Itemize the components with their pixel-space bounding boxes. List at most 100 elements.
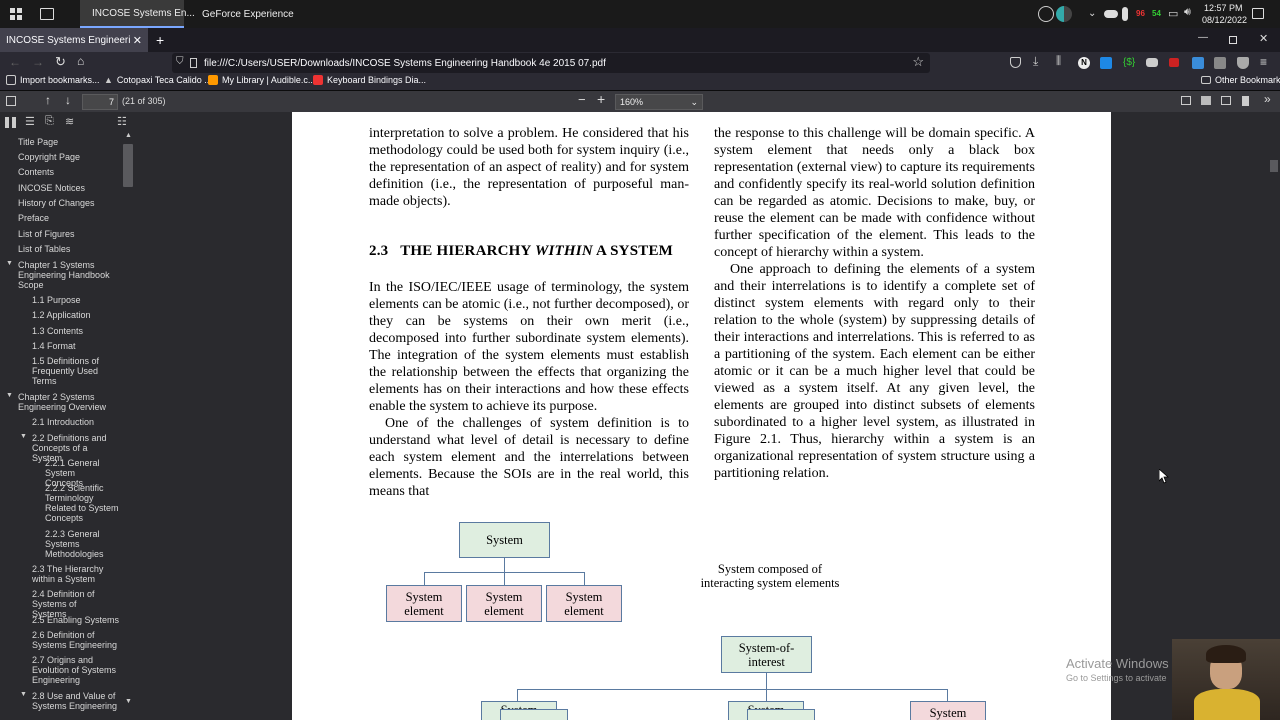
- sidebar-toggle-icon[interactable]: [6, 96, 16, 106]
- home-icon[interactable]: ⌂: [77, 54, 84, 68]
- circle-tray-icon[interactable]: [1038, 6, 1054, 22]
- sidebar-scrollbar[interactable]: ▲ ▼: [122, 132, 134, 710]
- outline-item[interactable]: Chapter 2 Systems Engineering Overview: [18, 392, 110, 412]
- download-icon[interactable]: ⤓: [1033, 54, 1038, 69]
- outline-item[interactable]: 2.6 Definition of Systems Engineering: [32, 630, 118, 650]
- minimize-icon[interactable]: —: [1198, 32, 1208, 43]
- outline-item[interactable]: List of Tables: [18, 244, 70, 254]
- volume-icon[interactable]: 🔊︎: [1184, 6, 1191, 19]
- menu-icon[interactable]: ≡: [1260, 55, 1267, 69]
- back-icon[interactable]: ←: [9, 55, 21, 69]
- extension-grey-icon[interactable]: [1214, 57, 1226, 69]
- extension-green-icon[interactable]: {$}: [1123, 57, 1135, 69]
- outline-item[interactable]: 2.3 The Hierarchy within a System: [32, 564, 108, 584]
- attachments-icon[interactable]: ⎘: [45, 115, 54, 128]
- next-page-icon[interactable]: ↓: [65, 93, 71, 107]
- outline-item[interactable]: 1.2 Application: [32, 310, 91, 320]
- chevron-up-icon[interactable]: ⌄: [1088, 8, 1096, 19]
- outline-item[interactable]: 2.5 Enabling Systems: [32, 615, 119, 625]
- clock-time[interactable]: 12:57 PM: [1204, 3, 1243, 13]
- outline-item[interactable]: Chapter 1 Systems Engineering Handbook S…: [18, 260, 116, 290]
- close-tab-icon[interactable]: ✕: [133, 34, 142, 47]
- outline-item[interactable]: 1.3 Contents: [32, 326, 83, 336]
- bookmark-cotopaxi[interactable]: ▲ Cotopaxi Teca Calido ...: [104, 75, 212, 85]
- current-outline-icon[interactable]: ☷: [117, 115, 127, 128]
- outline-item[interactable]: Contents: [18, 167, 54, 177]
- windows-start-icon[interactable]: [10, 8, 22, 20]
- outline-item[interactable]: 2.2.3 General Systems Methodologies: [45, 529, 110, 559]
- expanded-triangle-icon[interactable]: ▼: [20, 691, 27, 698]
- url-bar[interactable]: ⛉ file:///C:/Users/USER/Downloads/INCOSE…: [172, 53, 930, 73]
- outline-item[interactable]: 1.4 Format: [32, 341, 76, 351]
- expanded-triangle-icon[interactable]: ▼: [6, 392, 13, 399]
- network-icon[interactable]: ▭: [1168, 7, 1178, 20]
- left-column-lower: In the ISO/IEC/IEEE usage of terminology…: [369, 279, 689, 500]
- extension-shield-icon[interactable]: [1237, 57, 1249, 69]
- outline-item[interactable]: 2.2.2 Scientific Terminology Related to …: [45, 483, 119, 523]
- page-number-input[interactable]: 7: [82, 94, 118, 110]
- outline-item[interactable]: Title Page: [18, 137, 58, 147]
- outline-item[interactable]: INCOSE Notices: [18, 183, 85, 193]
- scroll-down-icon[interactable]: ▼: [125, 698, 132, 705]
- outline-item[interactable]: Preface: [18, 213, 49, 223]
- outline-item[interactable]: 2.1 Introduction: [32, 417, 94, 427]
- bookmark-keyboard[interactable]: Keyboard Bindings Dia...: [313, 75, 426, 85]
- save-icon[interactable]: [1221, 96, 1231, 105]
- taskbar-app-geforce[interactable]: GeForce Experience: [190, 0, 294, 28]
- bookmark-import[interactable]: Import bookmarks...: [6, 75, 100, 85]
- close-window-icon[interactable]: ✕: [1259, 32, 1268, 45]
- presentation-icon[interactable]: [1181, 96, 1191, 105]
- outline-item[interactable]: 1.1 Purpose: [32, 295, 81, 305]
- clock-date[interactable]: 08/12/2022: [1202, 15, 1247, 25]
- new-tab-icon[interactable]: +: [156, 32, 164, 48]
- doc-scroll-thumb[interactable]: [1270, 160, 1278, 172]
- forward-icon[interactable]: →: [32, 55, 44, 69]
- extension-gray-icon[interactable]: [1169, 58, 1179, 67]
- task-view-icon[interactable]: [40, 8, 54, 20]
- sidebar-scroll-thumb[interactable]: [123, 144, 133, 187]
- zoom-out-icon[interactable]: −: [578, 92, 586, 107]
- taskbar-app-firefox[interactable]: INCOSE Systems En...: [80, 0, 195, 28]
- notification-icon[interactable]: [1252, 8, 1264, 19]
- reload-icon[interactable]: ↻: [55, 54, 66, 70]
- outline-item[interactable]: List of Figures: [18, 229, 75, 239]
- figure-connector: [766, 689, 767, 701]
- library-icon[interactable]: ⫼: [1056, 55, 1061, 68]
- outline-item[interactable]: 1.5 Definitions of Frequently Used Terms: [32, 356, 102, 386]
- extension-n-icon[interactable]: N: [1078, 57, 1090, 69]
- zoom-select[interactable]: 160% ⌄: [615, 94, 703, 110]
- expanded-triangle-icon[interactable]: ▼: [6, 260, 13, 267]
- left-paragraph-1: interpretation to solve a problem. He co…: [369, 126, 689, 209]
- gpu-temp-icon: 96: [1136, 9, 1145, 18]
- print-icon[interactable]: [1201, 96, 1211, 105]
- shield-icon[interactable]: ⛉: [176, 56, 184, 67]
- previous-page-icon[interactable]: ↑: [45, 93, 51, 107]
- other-bookmarks[interactable]: Other Bookmarks: [1201, 75, 1280, 85]
- extension-puzzle-icon[interactable]: [1192, 57, 1204, 69]
- cloud-icon[interactable]: [1104, 10, 1118, 18]
- thumbnails-icon[interactable]: [5, 117, 16, 128]
- document-scrollbar[interactable]: [1266, 112, 1280, 720]
- outline-icon[interactable]: ☰: [25, 115, 35, 128]
- outline-item[interactable]: Copyright Page: [18, 152, 80, 162]
- tools-chevron-icon[interactable]: »: [1264, 92, 1271, 106]
- heading-part-b: WITHIN: [534, 243, 593, 259]
- bookmark-icon[interactable]: [1242, 96, 1249, 106]
- zoom-in-icon[interactable]: +: [597, 91, 605, 107]
- browser-tab-active[interactable]: INCOSE Systems Engineering Handb ✕: [0, 28, 148, 52]
- restore-icon[interactable]: [1229, 36, 1237, 44]
- circle-tray-icon-2[interactable]: [1056, 6, 1072, 22]
- extension-blue-icon[interactable]: [1100, 57, 1112, 69]
- outline-item[interactable]: 2.7 Origins and Evolution of Systems Eng…: [32, 655, 118, 685]
- extension-car-icon[interactable]: [1146, 58, 1158, 67]
- outline-item[interactable]: History of Changes: [18, 198, 95, 208]
- bookmark-audible[interactable]: My Library | Audible.c...: [208, 75, 315, 85]
- scroll-up-icon[interactable]: ▲: [125, 132, 132, 139]
- microphone-icon[interactable]: [1122, 7, 1128, 21]
- outline-item[interactable]: 2.8 Use and Value of Systems Engineering: [32, 691, 118, 711]
- layers-icon[interactable]: ≋: [65, 115, 74, 128]
- figure-caption: System composed of interacting system el…: [700, 562, 840, 590]
- expanded-triangle-icon[interactable]: ▼: [20, 433, 27, 440]
- pocket-icon[interactable]: [1010, 57, 1021, 68]
- bookmark-star-icon[interactable]: ☆: [912, 54, 924, 70]
